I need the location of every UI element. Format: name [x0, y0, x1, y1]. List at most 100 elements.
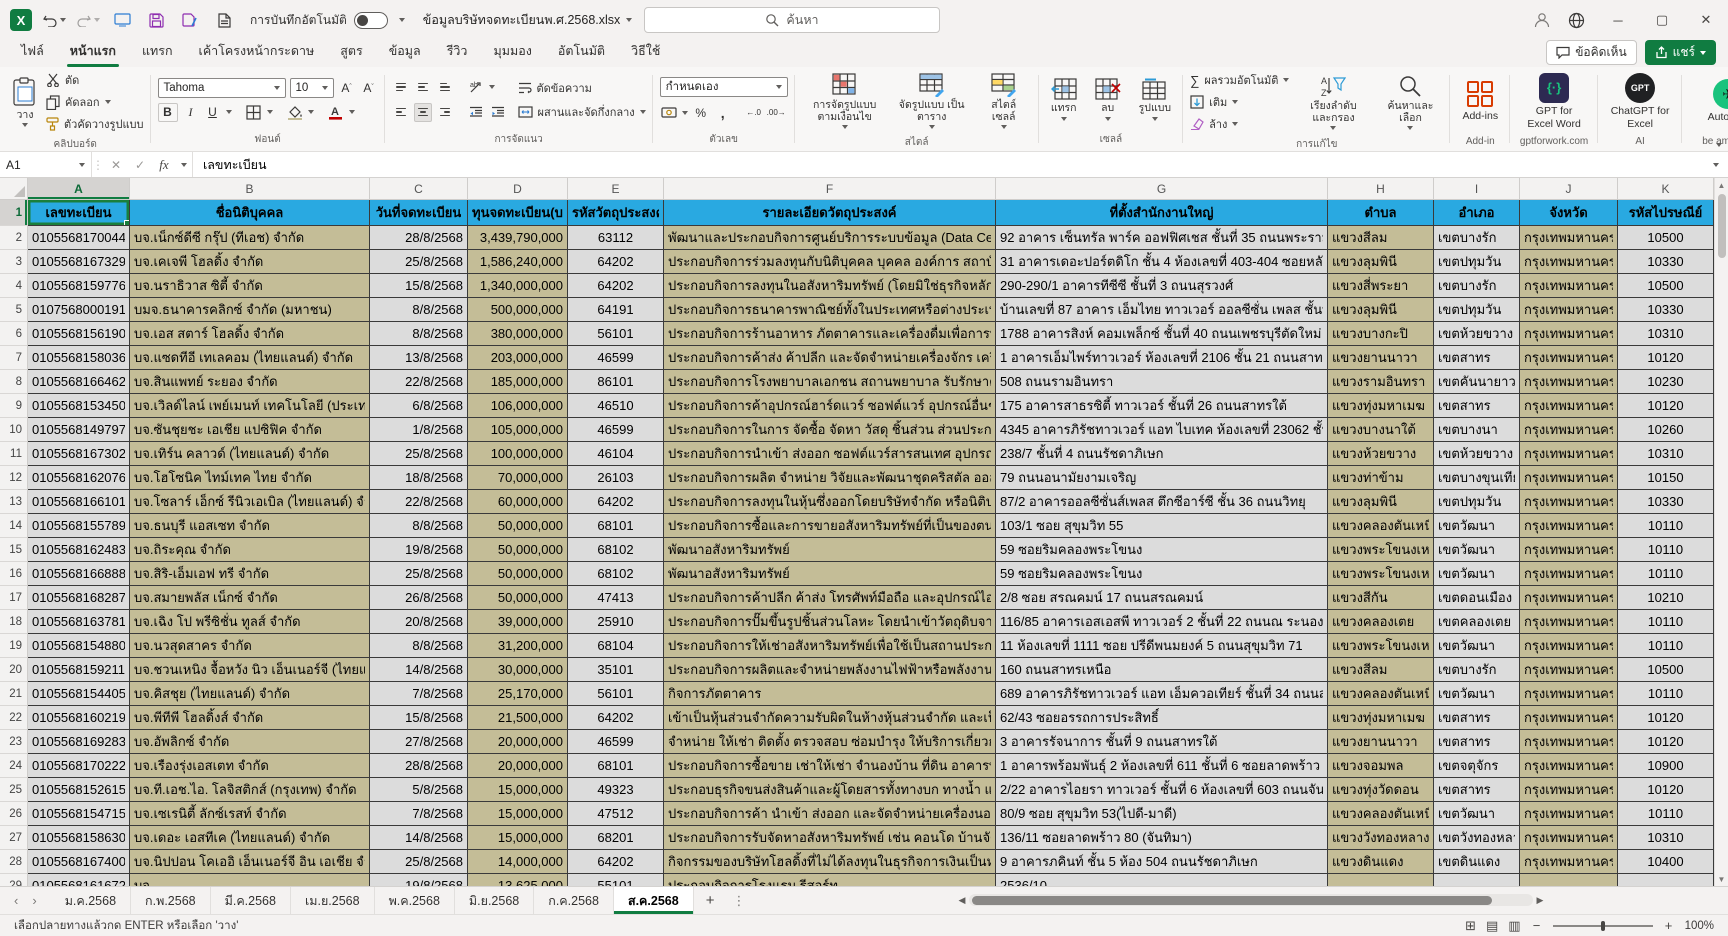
browser-icon[interactable]	[1562, 6, 1590, 34]
align-right-button[interactable]	[436, 103, 454, 122]
cell-K28[interactable]: 10400	[1618, 850, 1714, 874]
cell-E16[interactable]: 68102	[568, 562, 664, 586]
cell-J23[interactable]: กรุงเทพมหานคร	[1520, 730, 1618, 754]
cell-G1[interactable]: ที่ตั้งสำนักงานใหญ่	[996, 200, 1328, 226]
row-header-13[interactable]: 13	[0, 490, 28, 514]
cell-A29[interactable]: 0105568161672	[28, 874, 130, 886]
cell-B7[interactable]: บจ.แซดทีอี เทเลคอม (ไทยแลนด์) จำกัด	[130, 346, 370, 370]
cell-A25[interactable]: 0105568152615	[28, 778, 130, 802]
font-name-select[interactable]: Tahoma	[158, 78, 286, 98]
cell-I7[interactable]: เขตสาทร	[1434, 346, 1520, 370]
cell-E11[interactable]: 46104	[568, 442, 664, 466]
cell-H7[interactable]: แขวงยานนาวา	[1328, 346, 1434, 370]
cell-A1[interactable]: เลขทะเบียน	[28, 200, 130, 226]
cell-E7[interactable]: 46599	[568, 346, 664, 370]
cell-E28[interactable]: 64202	[568, 850, 664, 874]
row-header-2[interactable]: 2	[0, 226, 28, 250]
font-color-button[interactable]: A	[327, 103, 345, 122]
column-header-H[interactable]: H	[1328, 178, 1434, 200]
cell-H9[interactable]: แขวงทุ่งมหาเมฆ	[1328, 394, 1434, 418]
cell-B12[interactable]: บจ.โฮโซนิค ไทม์เทค ไทย จำกัด	[130, 466, 370, 490]
accounting-format-button[interactable]	[660, 103, 678, 122]
cell-E19[interactable]: 68104	[568, 634, 664, 658]
cell-F22[interactable]: เข้าเป็นหุ้นส่วนจำกัดความรับผิดในห้างหุ้…	[664, 706, 996, 730]
bold-button[interactable]: B	[158, 103, 178, 122]
cell-F3[interactable]: ประกอบกิจการร่วมลงทุนกับนิติบุคคล บุคคล …	[664, 250, 996, 274]
cell-G3[interactable]: 31 อาคารเดอะปอร์ตดิโก ชั้น 4 ห้องเลขที่ …	[996, 250, 1328, 274]
delete-cells-button[interactable]: ลบ	[1090, 76, 1126, 122]
cell-A21[interactable]: 0105568154405	[28, 682, 130, 706]
cell-I22[interactable]: เขตสาทร	[1434, 706, 1520, 730]
qat-overflow-chevron-icon[interactable]	[399, 18, 405, 22]
cell-G22[interactable]: 62/43 ซอยอรรถการประสิทธิ์	[996, 706, 1328, 730]
menu-tab-วิธีใช้[interactable]: วิธีใช้	[618, 37, 673, 67]
row-header-26[interactable]: 26	[0, 802, 28, 826]
cancel-entry-button[interactable]: ✕	[104, 152, 128, 177]
comma-style-button[interactable]: ,	[714, 103, 732, 122]
sheet-tab-พ.ค.2568[interactable]: พ.ค.2568	[375, 887, 455, 914]
sheet-tab-ก.พ.2568[interactable]: ก.พ.2568	[131, 887, 211, 914]
document-title[interactable]: ข้อมูลบริษัทจดทะเบียนพ.ศ.2568.xlsx	[423, 10, 632, 30]
row-header-3[interactable]: 3	[0, 250, 28, 274]
cell-J1[interactable]: จังหวัด	[1520, 200, 1618, 226]
cell-H23[interactable]: แขวงยานนาวา	[1328, 730, 1434, 754]
cell-E12[interactable]: 26103	[568, 466, 664, 490]
cell-F14[interactable]: ประกอบกิจการซื้อและการขายอสังหาริมทรัพย์…	[664, 514, 996, 538]
cell-I10[interactable]: เขตบางนา	[1434, 418, 1520, 442]
cell-K7[interactable]: 10120	[1618, 346, 1714, 370]
underline-button[interactable]: U	[204, 103, 222, 122]
cell-J21[interactable]: กรุงเทพมหานคร	[1520, 682, 1618, 706]
cell-I20[interactable]: เขตบางรัก	[1434, 658, 1520, 682]
addins-button[interactable]: Add-ins	[1457, 78, 1503, 124]
cell-C3[interactable]: 25/8/2568	[370, 250, 468, 274]
cell-A13[interactable]: 0105568166101	[28, 490, 130, 514]
cell-A10[interactable]: 0105568149797	[28, 418, 130, 442]
cell-A7[interactable]: 0105568158036	[28, 346, 130, 370]
menu-tab-แทรก[interactable]: แทรก	[129, 37, 186, 67]
cell-K22[interactable]: 10120	[1618, 706, 1714, 730]
cell-K1[interactable]: รหัสไปรษณีย์	[1618, 200, 1714, 226]
cell-G24[interactable]: 1 อาคารพร้อมพันธุ์ 2 ห้องเลขที่ 611 ชั้น…	[996, 754, 1328, 778]
menu-tab-เค้าโครงหน้ากระดาษ[interactable]: เค้าโครงหน้ากระดาษ	[186, 37, 328, 67]
cell-B9[interactable]: บจ.เวิลด์ไลน์ เพย์เมนท์ เทคโนโลยี (ประเท…	[130, 394, 370, 418]
cell-H22[interactable]: แขวงทุ่งมหาเมฆ	[1328, 706, 1434, 730]
fill-button[interactable]: เติม	[1190, 93, 1289, 111]
cell-F23[interactable]: จำหน่าย ให้เช่า ติดตั้ง ตรวจสอบ ซ่อมบำรุ…	[664, 730, 996, 754]
cell-B13[interactable]: บจ.โซลาร์ เอ็กซ์ รีนิวเอเบิล (ไทยแลนด์) …	[130, 490, 370, 514]
cell-I17[interactable]: เขตดอนเมือง	[1434, 586, 1520, 610]
align-bottom-button[interactable]	[436, 78, 454, 97]
cell-H14[interactable]: แขวงคลองตันเหนือ	[1328, 514, 1434, 538]
cell-G4[interactable]: 290-290/1 อาคารทีซีซี ชั้นที่ 3 ถนนสุรวง…	[996, 274, 1328, 298]
zoom-out-button[interactable]: −	[1531, 918, 1543, 933]
cell-H27[interactable]: แขวงวังทองหลาง	[1328, 826, 1434, 850]
cell-A14[interactable]: 0105568155789	[28, 514, 130, 538]
increase-font-button[interactable]: Aˆ	[338, 78, 356, 97]
cell-K13[interactable]: 10330	[1618, 490, 1714, 514]
row-header-12[interactable]: 12	[0, 466, 28, 490]
cell-F28[interactable]: กิจกรรมของบริษัทโฮลดิ้งที่ไม่ได้ลงทุนในธ…	[664, 850, 996, 874]
tab-overflow-kebab-icon[interactable]: ⋮	[726, 887, 751, 914]
cell-D24[interactable]: 20,000,000	[468, 754, 568, 778]
maximize-button[interactable]: ▢	[1640, 0, 1684, 40]
column-header-I[interactable]: I	[1434, 178, 1520, 200]
cell-B25[interactable]: บจ.ที.เอช.ไอ. โลจิสติกส์ (กรุงเทพ) จำกัด	[130, 778, 370, 802]
cell-B11[interactable]: บจ.เทิร์น คลาวด์ (ไทยแลนด์) จำกัด	[130, 442, 370, 466]
cell-G26[interactable]: 80/9 ซอย สุขุมวิท 53(ไปดี-มาดี)	[996, 802, 1328, 826]
zoom-level[interactable]: 100%	[1685, 920, 1714, 932]
cell-F4[interactable]: ประกอบกิจการลงทุนในอสังหาริมทรัพย์ (โดยม…	[664, 274, 996, 298]
cell-J22[interactable]: กรุงเทพมหานคร	[1520, 706, 1618, 730]
column-header-C[interactable]: C	[370, 178, 468, 200]
cell-K19[interactable]: 10110	[1618, 634, 1714, 658]
column-header-A[interactable]: A	[28, 178, 130, 200]
cell-K8[interactable]: 10230	[1618, 370, 1714, 394]
cell-E2[interactable]: 63112	[568, 226, 664, 250]
cell-E23[interactable]: 46599	[568, 730, 664, 754]
cell-G17[interactable]: 2/8 ซอย สรณคมน์ 17 ถนนสรณคมน์	[996, 586, 1328, 610]
cell-B27[interactable]: บจ.เดอะ เอสทีเค (ไทยแลนด์) จำกัด	[130, 826, 370, 850]
cell-B6[interactable]: บจ.เอส สตาร์ โฮลดิ้ง จำกัด	[130, 322, 370, 346]
column-header-B[interactable]: B	[130, 178, 370, 200]
minimize-button[interactable]: ─	[1596, 0, 1640, 40]
cell-I8[interactable]: เขตคันนายาว	[1434, 370, 1520, 394]
menu-tab-รีวิว[interactable]: รีวิว	[434, 37, 481, 67]
menu-tab-ไฟล์[interactable]: ไฟล์	[8, 37, 57, 67]
